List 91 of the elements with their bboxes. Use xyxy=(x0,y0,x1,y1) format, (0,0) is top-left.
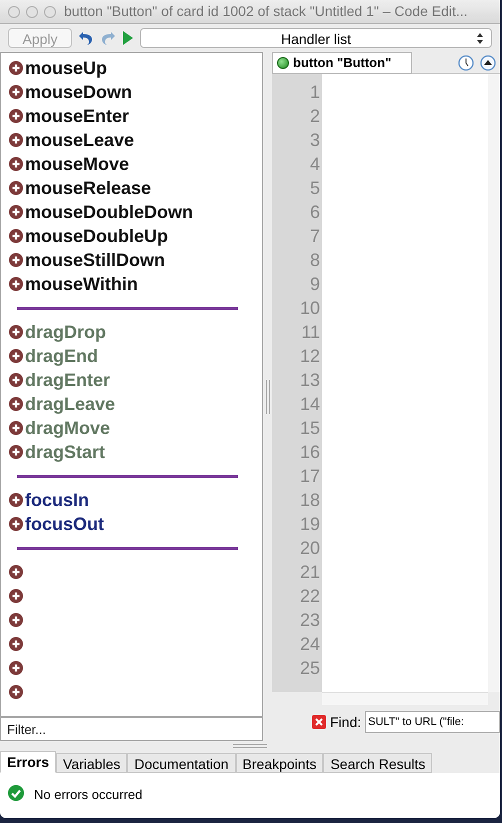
plus-icon[interactable] xyxy=(9,685,23,699)
plus-icon[interactable] xyxy=(9,229,23,243)
handler-name[interactable]: dragEnter xyxy=(25,368,110,392)
plus-icon[interactable] xyxy=(9,109,23,123)
run-icon[interactable] xyxy=(122,30,134,46)
plus-icon[interactable] xyxy=(9,205,23,219)
vertical-scrollbar[interactable] xyxy=(488,74,500,692)
plus-icon[interactable] xyxy=(9,661,23,675)
plus-icon[interactable] xyxy=(9,517,23,531)
check-icon xyxy=(8,785,24,801)
line-number: 23 xyxy=(300,609,320,632)
line-number: 3 xyxy=(310,129,320,152)
plus-icon[interactable] xyxy=(9,613,23,627)
plus-icon[interactable] xyxy=(9,421,23,435)
line-number: 13 xyxy=(300,369,320,392)
plus-icon[interactable] xyxy=(9,133,23,147)
horizontal-scrollbar[interactable] xyxy=(322,692,488,705)
handler-name[interactable]: focusIn xyxy=(25,488,90,512)
line-number: 21 xyxy=(300,561,320,584)
line-number: 10 xyxy=(300,297,320,320)
close-icon[interactable] xyxy=(312,715,326,729)
line-number: 4 xyxy=(310,153,320,176)
plus-icon[interactable] xyxy=(9,637,23,651)
plus-icon[interactable] xyxy=(9,157,23,171)
line-number: 7 xyxy=(310,225,320,248)
panel-tab[interactable]: Documentation xyxy=(127,753,236,773)
line-number: 12 xyxy=(300,345,320,368)
line-number: 6 xyxy=(310,201,320,224)
handler-name[interactable]: mouseLeave xyxy=(25,128,134,152)
handler-name[interactable]: dragStart xyxy=(25,440,106,464)
status-message: No errors occurred xyxy=(34,786,142,804)
status-light-icon xyxy=(277,56,289,68)
line-number: 8 xyxy=(310,249,320,272)
filter-field[interactable]: Filter... xyxy=(0,717,263,741)
panel-tab[interactable]: Errors xyxy=(0,751,56,773)
handler-name[interactable]: mouseEnter xyxy=(25,104,130,128)
clock-icon[interactable] xyxy=(458,54,474,70)
plus-icon[interactable] xyxy=(9,253,23,267)
panel-tab[interactable]: Breakpoints xyxy=(236,753,324,773)
line-number: 5 xyxy=(310,177,320,200)
handler-list-dropdown[interactable]: Handler list xyxy=(140,28,492,48)
plus-icon[interactable] xyxy=(9,397,23,411)
undo-icon[interactable] xyxy=(78,30,94,46)
handler-name[interactable]: mouseDoubleDown xyxy=(25,200,194,224)
line-number: 25 xyxy=(300,657,320,680)
plus-icon[interactable] xyxy=(9,85,23,99)
handler-name[interactable]: mouseStillDown xyxy=(25,248,166,272)
plus-icon[interactable] xyxy=(9,181,23,195)
line-number: 16 xyxy=(300,441,320,464)
line-number: 14 xyxy=(300,393,320,416)
plus-icon[interactable] xyxy=(9,277,23,291)
handler-name[interactable]: dragLeave xyxy=(25,392,116,416)
updown-arrows-icon xyxy=(477,33,483,44)
handler-name[interactable]: dragEnd xyxy=(25,344,98,368)
line-number: 17 xyxy=(300,465,320,488)
line-number: 15 xyxy=(300,417,320,440)
handler-name[interactable]: mouseMove xyxy=(25,152,130,176)
line-number: 2 xyxy=(310,105,320,128)
plus-icon[interactable] xyxy=(9,493,23,507)
plus-icon[interactable] xyxy=(9,589,23,603)
window-title: button "Button" of card id 1002 of stack "Untitled 1" – Code Edit... xyxy=(64,2,468,21)
plus-icon[interactable] xyxy=(9,565,23,579)
line-number: 19 xyxy=(300,513,320,536)
line-number: 9 xyxy=(310,273,320,296)
find-label: Find: xyxy=(330,712,362,732)
line-number: 22 xyxy=(300,585,320,608)
line-number: 1 xyxy=(310,81,320,104)
plus-icon[interactable] xyxy=(9,325,23,339)
handler-name[interactable]: mouseRelease xyxy=(25,176,152,200)
script-tab[interactable]: button "Button" xyxy=(272,52,412,74)
line-number: 20 xyxy=(300,537,320,560)
handler-name[interactable]: focusOut xyxy=(25,512,104,536)
plus-icon[interactable] xyxy=(9,61,23,75)
handler-name[interactable]: mouseDown xyxy=(25,80,132,104)
plus-icon[interactable] xyxy=(9,445,23,459)
find-field[interactable]: SULT" to URL ("file: xyxy=(365,711,500,733)
handler-name[interactable]: mouseDoubleUp xyxy=(25,224,168,248)
plus-icon[interactable] xyxy=(9,373,23,387)
handler-name[interactable]: mouseWithin xyxy=(25,272,138,296)
handler-name[interactable]: dragMove xyxy=(25,416,110,440)
handler-name[interactable]: dragDrop xyxy=(25,320,106,344)
panel-tab[interactable]: Variables xyxy=(56,753,128,773)
eject-icon[interactable] xyxy=(480,54,496,70)
line-number: 18 xyxy=(300,489,320,512)
line-number: 24 xyxy=(300,633,320,656)
line-number: 11 xyxy=(301,321,320,344)
handler-name[interactable]: mouseUp xyxy=(25,56,108,80)
splitter-handle[interactable] xyxy=(233,744,267,748)
panel-tab[interactable]: Search Results xyxy=(323,753,432,773)
plus-icon[interactable] xyxy=(9,349,23,363)
splitter-handle[interactable] xyxy=(266,380,270,414)
